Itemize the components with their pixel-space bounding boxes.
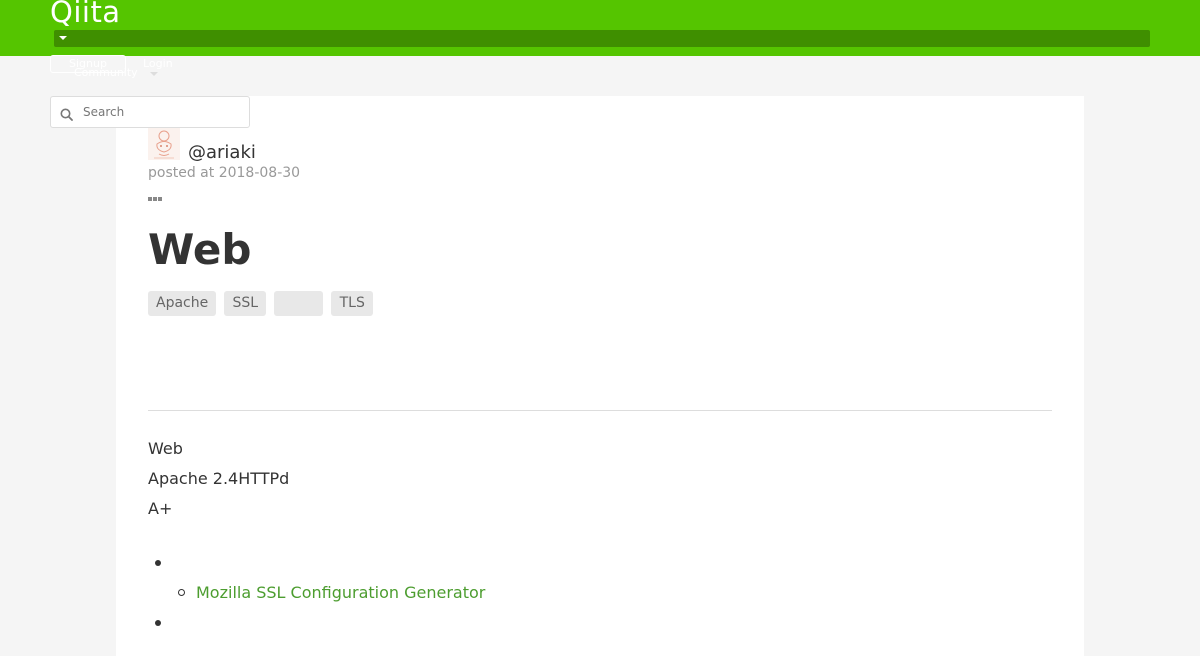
author-username[interactable]: @ariaki — [188, 142, 256, 164]
article-card: @ariaki posted at 2018-08-30 Web Apache … — [116, 96, 1084, 656]
mozilla-ssl-config-link[interactable]: Mozilla SSL Configuration Generator — [196, 582, 485, 604]
community-menu[interactable]: Community — [74, 66, 138, 80]
content-divider — [148, 410, 1052, 411]
caret-down-icon[interactable] — [59, 36, 67, 40]
body-paragraph-3: A+ — [148, 499, 173, 518]
avatar-illustration — [148, 128, 180, 160]
tag-apache[interactable]: Apache — [148, 291, 217, 316]
posted-date: posted at 2018-08-30 — [148, 165, 301, 181]
list-bullet — [155, 560, 161, 566]
chevron-down-icon[interactable] — [150, 72, 158, 76]
body-paragraph-1: Web — [148, 439, 183, 458]
login-link[interactable]: Login — [143, 57, 173, 71]
body-paragraph-2: Apache 2.4HTTPd — [148, 469, 290, 488]
qiita-logo[interactable]: Qiita — [50, 0, 121, 32]
search-icon — [60, 106, 73, 121]
site-header: Qiita — [0, 0, 1200, 56]
list-bullet — [155, 620, 161, 626]
tag-tls[interactable]: TLS — [331, 291, 374, 316]
more-icon[interactable] — [148, 187, 164, 201]
sub-list-bullet — [178, 589, 185, 596]
search-input[interactable] — [81, 102, 241, 122]
tag-list: Apache SSL TLS — [148, 291, 374, 316]
tag-ssl[interactable]: SSL — [224, 291, 267, 316]
search-box[interactable] — [50, 96, 250, 128]
avatar[interactable] — [148, 128, 180, 160]
article-title: Web — [148, 225, 252, 274]
global-nav-bar[interactable] — [54, 30, 1150, 47]
tag-blank[interactable] — [274, 291, 324, 316]
